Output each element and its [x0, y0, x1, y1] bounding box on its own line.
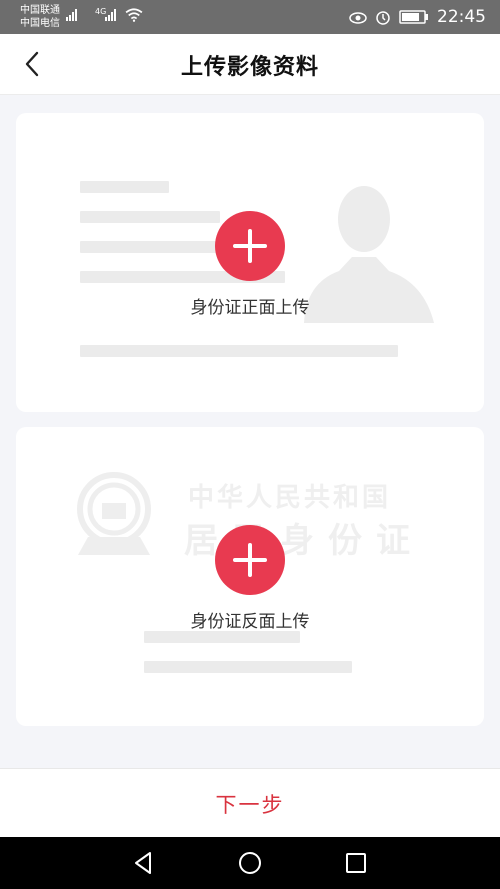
- id-front-upload-card[interactable]: 身份证正面上传: [16, 113, 484, 412]
- placeholder-line: [80, 241, 220, 253]
- battery-icon: [399, 10, 428, 24]
- nav-back-icon[interactable]: [130, 850, 156, 876]
- signal-icon-2: [105, 9, 116, 23]
- nav-home-icon[interactable]: [237, 850, 263, 876]
- upload-front-button[interactable]: [215, 211, 285, 281]
- top-app-bar: 上传影像资料: [0, 34, 500, 95]
- clock: 22:45: [437, 7, 486, 27]
- placeholder-line: [80, 345, 398, 357]
- carrier-1: 中国联通: [20, 5, 60, 16]
- alarm-icon: [376, 11, 390, 25]
- placeholder-line: [80, 181, 169, 193]
- placeholder-line: [144, 631, 300, 643]
- national-emblem-icon: [77, 472, 151, 555]
- carrier-info: 中国联通 中国电信: [20, 4, 60, 30]
- system-nav-bar: [0, 837, 500, 889]
- next-step-button[interactable]: 下一步: [0, 789, 500, 819]
- carrier-2: 中国电信: [20, 18, 60, 29]
- eye-icon: [349, 12, 367, 24]
- watermark-country: 中华人民共和国: [188, 483, 392, 513]
- id-back-upload-card[interactable]: 中华人民共和国 居民身份证 身份证反面上传: [16, 427, 484, 726]
- upload-front-label: 身份证正面上传: [190, 298, 310, 318]
- status-bar: 中国联通 中国电信 4G 22:45: [0, 0, 500, 34]
- wifi-icon: [125, 8, 143, 22]
- page-title: 上传影像资料: [180, 55, 319, 80]
- placeholder-line: [80, 211, 220, 223]
- signal-icon: [66, 9, 77, 23]
- bottom-action-bar: 下一步: [0, 768, 500, 837]
- placeholder-line: [144, 661, 352, 673]
- upload-back-button[interactable]: [215, 525, 285, 595]
- upload-back-label: 身份证反面上传: [190, 612, 310, 632]
- nav-recents-icon[interactable]: [343, 850, 369, 876]
